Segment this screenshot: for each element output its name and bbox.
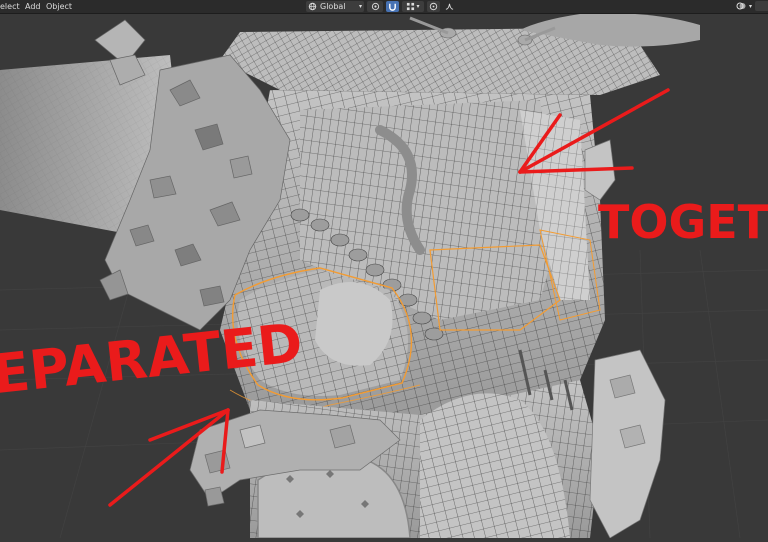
orientation-label: Global (320, 1, 346, 11)
proportional-editing-icon (429, 2, 438, 10)
snap-magnet-icon (389, 3, 396, 11)
menu-add[interactable]: Add (25, 1, 41, 12)
snap-toggle[interactable] (386, 0, 399, 12)
proportional-editing-button[interactable] (427, 0, 440, 12)
menu-object[interactable]: Object (46, 1, 72, 12)
chevron-down-icon: ▾ (416, 2, 420, 10)
transform-orientation-group: Global ▾ ▾ (306, 0, 456, 12)
viewport-canvas: EPARATED TOGET (0, 13, 768, 539)
snap-increment-icon (407, 2, 415, 10)
pivot-point-button[interactable] (367, 0, 383, 12)
viewport-header: elect Add Object Global ▾ ▾ ▾ (0, 0, 768, 14)
falloff-button[interactable] (443, 1, 456, 12)
overlay-group: ▾ (736, 1, 768, 11)
overlay-icon[interactable] (736, 1, 746, 11)
menu-select[interactable]: elect (0, 1, 20, 12)
global-transform-icon (308, 2, 317, 10)
pivot-point-icon (371, 2, 379, 10)
orientation-dropdown[interactable]: Global ▾ (306, 0, 364, 12)
chevron-down-icon[interactable]: ▾ (749, 3, 752, 10)
falloff-curve-icon (445, 3, 454, 10)
together-label: TOGET (598, 195, 768, 249)
xray-toggle[interactable] (755, 1, 768, 11)
chevron-down-icon: ▾ (358, 2, 362, 10)
3d-viewport[interactable]: EPARATED TOGET (0, 13, 768, 539)
snap-target-button[interactable]: ▾ (402, 0, 424, 12)
